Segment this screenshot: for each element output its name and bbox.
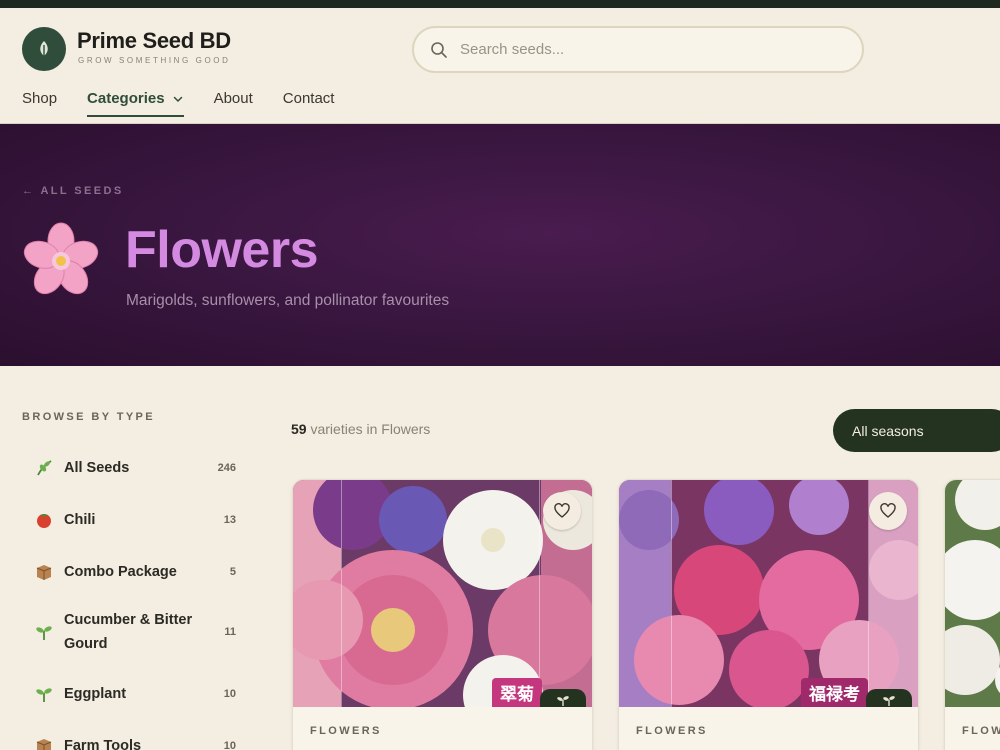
sidebar-item-label: Eggplant xyxy=(64,686,127,702)
category-hero: ← ALL SEEDS Flowers Marigolds, sunflower… xyxy=(0,124,1000,366)
brand-logo[interactable] xyxy=(22,27,66,71)
sidebar-item-label: Cucumber & Bitter Gourd xyxy=(64,612,193,652)
search-bar[interactable] xyxy=(412,26,864,73)
sprout-badge xyxy=(540,689,586,707)
product-image-pink-aster[interactable]: 翠菊 xyxy=(293,480,592,707)
nav-about[interactable]: About xyxy=(214,90,253,117)
sidebar-item-count: 13 xyxy=(223,514,236,526)
product-image-white-petunia[interactable] xyxy=(945,480,1000,707)
nav-categories[interactable]: Categories xyxy=(87,90,184,117)
results-count-number: 59 xyxy=(291,421,307,437)
back-to-all-seeds-link[interactable]: ← ALL SEEDS xyxy=(22,185,124,197)
chevron-down-icon xyxy=(173,96,182,102)
product-category: FLOWERS xyxy=(636,725,708,737)
sprout-badge xyxy=(866,689,912,707)
product-category: FLOWERS xyxy=(310,725,382,737)
sidebar-item-count: 246 xyxy=(217,462,236,474)
site-header: Prime Seed BD GROW SOMETHING GOOD Shop C… xyxy=(0,8,1000,124)
brand-name[interactable]: Prime Seed BD xyxy=(77,28,231,54)
favorite-button[interactable] xyxy=(869,492,907,530)
sidebar-item-label: Chili xyxy=(64,512,96,528)
sidebar-item-count: 10 xyxy=(223,688,236,700)
herb-icon xyxy=(34,458,54,478)
brand-tagline: GROW SOMETHING GOOD xyxy=(78,56,231,65)
sidebar-item-label: All Seeds xyxy=(64,460,130,476)
seedling-icon xyxy=(34,684,54,704)
leaf-logo-icon xyxy=(40,41,48,56)
sidebar-item-cucumber-bitter-gourd[interactable]: Cucumber & Bitter Gourd 11 xyxy=(34,608,236,656)
sidebar-item-eggplant[interactable]: Eggplant 10 xyxy=(34,682,236,706)
main-nav: Shop Categories About Contact xyxy=(22,90,364,117)
sidebar-item-farm-tools[interactable]: Farm Tools 10 xyxy=(34,734,236,750)
sprout-icon xyxy=(883,696,895,706)
sidebar-title: BROWSE BY TYPE xyxy=(22,411,156,423)
package-icon xyxy=(34,736,54,750)
product-card[interactable]: FLOW xyxy=(944,479,1000,750)
product-card[interactable]: 翠菊 FLOWERS xyxy=(292,479,593,750)
package-label: 翠菊 xyxy=(492,678,542,707)
package-icon xyxy=(34,562,54,582)
favorite-button[interactable] xyxy=(543,492,581,530)
sidebar-item-count: 11 xyxy=(224,626,236,638)
nav-contact[interactable]: Contact xyxy=(283,90,335,117)
heart-icon xyxy=(554,503,570,518)
category-title: Flowers xyxy=(125,221,319,279)
sidebar-item-chili[interactable]: Chili 13 xyxy=(34,508,236,532)
sprout-icon xyxy=(557,696,569,706)
sidebar-item-label: Combo Package xyxy=(64,564,177,580)
sidebar-item-label: Farm Tools xyxy=(64,738,142,750)
tomato-icon xyxy=(34,510,54,530)
sidebar-item-combo-package[interactable]: Combo Package 5 xyxy=(34,560,236,584)
results-category-text: in Flowers xyxy=(366,421,431,437)
product-card[interactable]: 福禄考 FLOWERS xyxy=(618,479,919,750)
season-filter-button[interactable]: All seasons xyxy=(833,409,1000,452)
sidebar-item-count: 5 xyxy=(229,566,236,578)
category-subtitle: Marigolds, sunflowers, and pollinator fa… xyxy=(126,292,450,309)
results-count-suffix: varieties xyxy=(310,421,363,437)
package-label: 福禄考 xyxy=(801,678,868,707)
top-strip xyxy=(0,0,1000,8)
seedling-icon xyxy=(34,622,54,642)
nav-contact-label: Contact xyxy=(282,90,335,107)
product-image-pink-phlox[interactable]: 福禄考 xyxy=(619,480,918,707)
nav-categories-label: Categories xyxy=(87,90,165,107)
sidebar-item-all-seeds[interactable]: All Seeds 246 xyxy=(34,456,236,480)
heart-icon xyxy=(880,503,896,518)
product-category: FLOW xyxy=(962,725,1000,737)
sidebar-item-count: 10 xyxy=(223,740,236,750)
nav-shop[interactable]: Shop xyxy=(22,90,57,117)
nav-about-label: About xyxy=(213,90,253,107)
search-input[interactable] xyxy=(460,41,840,58)
cherry-blossom-icon xyxy=(23,222,99,295)
nav-shop-label: Shop xyxy=(22,90,58,107)
search-icon xyxy=(431,41,447,58)
results-count: 59 varieties in Flowers xyxy=(291,421,430,437)
